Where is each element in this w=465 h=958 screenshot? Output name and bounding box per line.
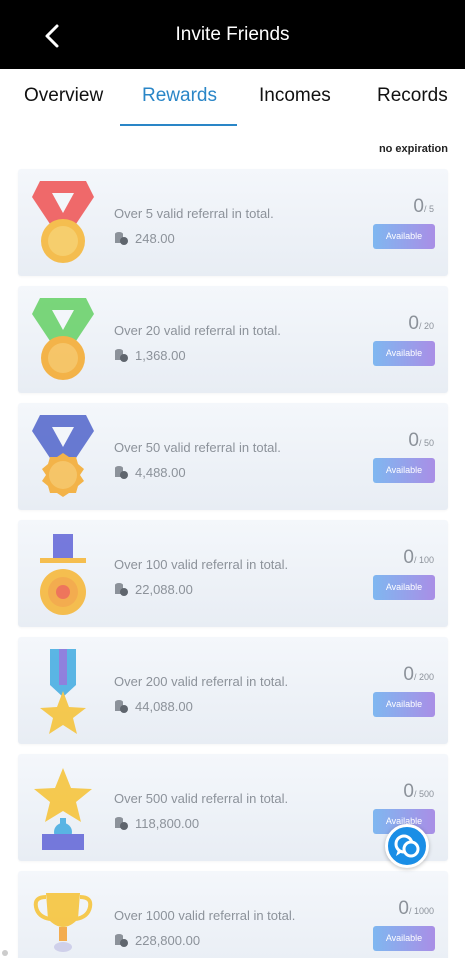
reward-amount: 22,088.00 [135,582,193,597]
green-ribbon-medal-icon [32,298,94,380]
available-button[interactable]: Available [373,926,435,951]
reward-description: Over 20 valid referral in total. [114,323,281,338]
expiry-note: no expiration [378,143,448,155]
tab-incomes[interactable]: Incomes [259,85,331,107]
chat-bubbles-icon [394,834,420,858]
star-trophy-icon [34,768,92,850]
tab-rewards[interactable]: Rewards [142,85,217,107]
coin-stack-icon [115,934,128,947]
coin-stack-icon [115,466,128,479]
coin-stack-icon [115,349,128,362]
star-ribbon-medal-icon [40,649,86,734]
tab-overview[interactable]: Overview [24,85,103,107]
progress-count: 0/ 50 [408,430,434,451]
progress-count: 0/ 200 [403,664,434,685]
app-header: Invite Friends [0,0,465,69]
reward-card: Over 20 valid referral in total. 1,368.0… [18,286,448,393]
active-tab-indicator [120,124,237,126]
reward-description: Over 200 valid referral in total. [114,674,289,689]
reward-card: Over 50 valid referral in total. 4,488.0… [18,403,448,510]
reward-amount: 44,088.00 [135,699,193,714]
reward-amount: 118,800.00 [135,816,200,831]
reward-amount: 248.00 [135,231,175,246]
blue-ribbon-medal-icon [32,415,94,497]
page-title: Invite Friends [175,24,290,45]
reward-card: Over 100 valid referral in total. 22,088… [18,520,448,627]
reward-description: Over 1000 valid referral in total. [114,908,296,923]
available-button[interactable]: Available [373,224,435,249]
reward-card: Over 5 valid referral in total. 248.00 0… [18,169,448,276]
coin-stack-icon [115,817,128,830]
tab-records[interactable]: Records [377,85,448,107]
available-button[interactable]: Available [373,575,435,600]
progress-count: 0/ 1000 [398,898,434,919]
progress-count: 0/ 20 [408,313,434,334]
available-button[interactable]: Available [373,458,435,483]
reward-description: Over 5 valid referral in total. [114,206,274,221]
reward-amount: 228,800.00 [135,933,201,948]
progress-count: 0/ 5 [413,196,434,217]
reward-card: Over 500 valid referral in total. 118,80… [18,754,448,861]
reward-amount: 4,488.00 [135,465,186,480]
reward-card: Over 200 valid referral in total. 44,088… [18,637,448,744]
bar-medal-icon [40,534,86,615]
coin-stack-icon [115,232,128,245]
gold-cup-trophy-icon [33,893,93,952]
reward-amount: 1,368.00 [135,348,186,363]
available-button[interactable]: Available [373,692,435,717]
reward-card: Over 1000 valid referral in total. 228,8… [18,871,448,958]
reward-description: Over 100 valid referral in total. [114,557,289,572]
reward-description: Over 50 valid referral in total. [114,440,281,455]
page-indicator-dot [2,950,8,956]
chat-support-button[interactable] [385,824,429,868]
tab-bar: Overview Rewards Incomes Records [0,69,465,127]
coin-stack-icon [115,700,128,713]
coin-stack-icon [115,583,128,596]
available-button[interactable]: Available [373,341,435,366]
progress-count: 0/ 500 [403,781,434,802]
red-ribbon-medal-icon [32,181,94,263]
progress-count: 0/ 100 [403,547,434,568]
reward-description: Over 500 valid referral in total. [114,791,289,806]
